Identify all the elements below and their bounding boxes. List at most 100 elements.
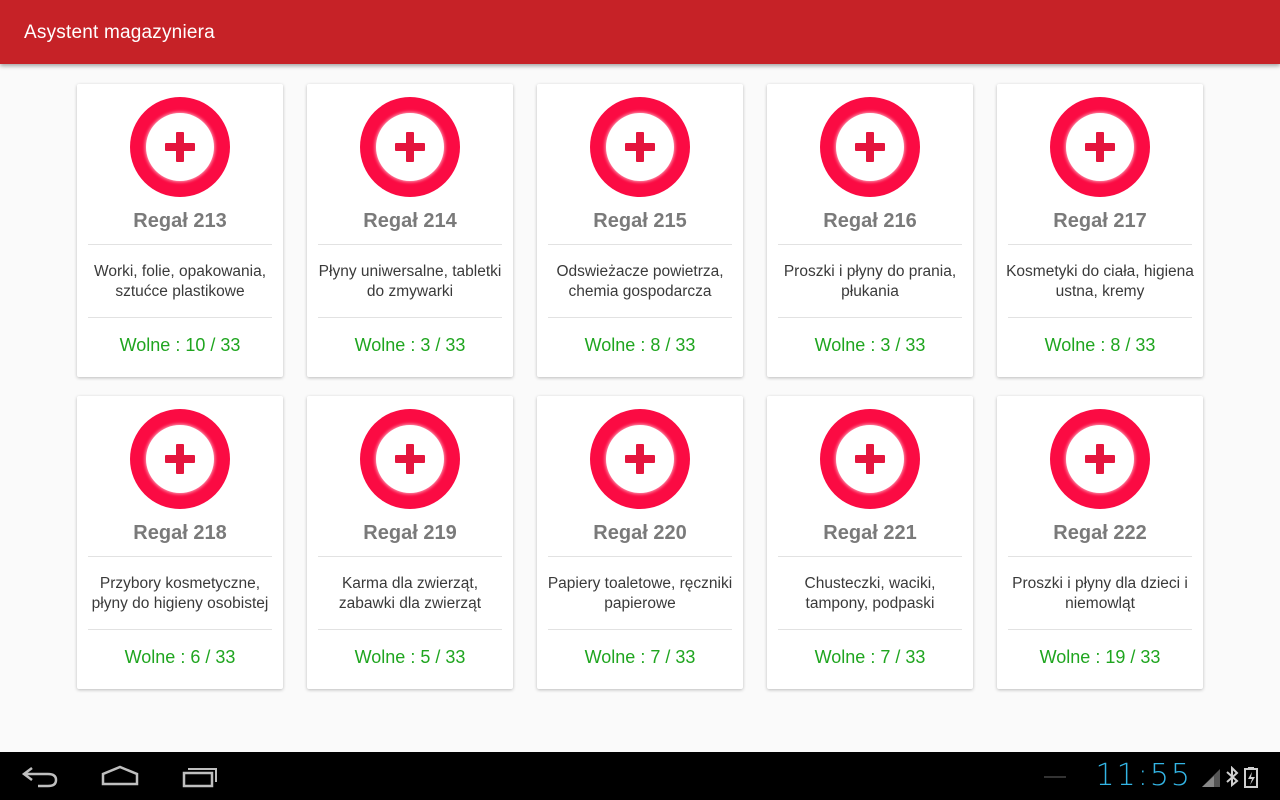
add-icon <box>130 409 230 509</box>
add-icon <box>820 97 920 197</box>
shelf-description-line1: Płyny uniwersalne, tabletki <box>318 263 502 280</box>
shelf-card[interactable]: Regał 217 Kosmetyki do ciała, higiena ust… <box>997 84 1203 377</box>
shelf-name: Regał 220 <box>593 522 687 544</box>
shelf-name: Regał 221 <box>823 522 917 544</box>
shelf-description-line1: Papiery toaletowe, ręczniki <box>547 575 733 592</box>
signal-icon <box>1202 769 1220 787</box>
divider <box>1008 556 1192 557</box>
shelf-description-line2: zabawki dla zwierząt <box>338 595 482 612</box>
shelf-card[interactable]: Regał 221 Chusteczki, waciki, tampony, po… <box>767 396 973 689</box>
shelf-card[interactable]: Regał 218 Przybory kosmetyczne, płyny do … <box>77 396 283 689</box>
shelf-card[interactable]: Regał 220 Papiery toaletowe, ręczniki pap… <box>537 396 743 689</box>
shelf-description-line2: tampony, podpaski <box>805 595 935 612</box>
shelf-card[interactable]: Regał 219 Karma dla zwierząt, zabawki dla… <box>307 396 513 689</box>
add-icon <box>1050 409 1150 509</box>
system-navigation-bar: 11:55 <box>0 752 1280 800</box>
shelf-name: Regał 216 <box>823 210 917 232</box>
divider <box>1008 244 1192 245</box>
divider <box>1008 629 1192 630</box>
shelf-description: Przybory kosmetyczne, płyny do higieny os… <box>83 574 277 614</box>
shelf-name: Regał 218 <box>133 522 227 544</box>
shelf-description-line1: Odswieżacze powietrza, <box>556 263 724 280</box>
shelf-description-line2: ustna, kremy <box>1055 283 1145 300</box>
home-icon[interactable] <box>100 764 140 788</box>
shelf-free-count: Wolne : 8 / 33 <box>584 335 696 355</box>
shelf-description-line2: płyny do higieny osobistej <box>91 595 269 612</box>
shelf-description-line1: Worki, folie, opakowania, <box>93 263 267 280</box>
add-icon <box>590 409 690 509</box>
shelf-name: Regał 217 <box>1053 210 1147 232</box>
add-icon <box>590 97 690 197</box>
shelf-name: Regał 219 <box>363 522 457 544</box>
add-icon <box>1050 97 1150 197</box>
divider <box>548 556 732 557</box>
shelf-description: Płyny uniwersalne, tabletki do zmywarki <box>313 262 507 302</box>
divider <box>778 556 962 557</box>
divider <box>778 629 962 630</box>
divider <box>1008 317 1192 318</box>
shelf-description-line1: Karma dla zwierząt, <box>341 575 479 592</box>
shelf-card[interactable]: Regał 215 Odswieżacze powietrza, chemia g… <box>537 84 743 377</box>
shelf-free-count: Wolne : 19 / 33 <box>1039 647 1161 667</box>
shelf-description: Proszki i płyny dla dzieci i niemowląt <box>1003 574 1197 614</box>
shelf-description: Karma dla zwierząt, zabawki dla zwierząt <box>313 574 507 614</box>
shelf-description: Worki, folie, opakowania, sztućce plastik… <box>83 262 277 302</box>
status-clock: 11:55 <box>1095 758 1192 793</box>
app-bar: Asystent magazyniera <box>0 0 1280 64</box>
divider <box>318 317 502 318</box>
shelf-description: Papiery toaletowe, ręczniki papierowe <box>543 574 737 614</box>
shelf-description-line1: Proszki i płyny dla dzieci i <box>1012 575 1188 592</box>
shelf-description-line2: papierowe <box>604 595 676 612</box>
shelf-free-count: Wolne : 10 / 33 <box>119 335 241 355</box>
divider <box>548 244 732 245</box>
shelf-description: Odswieżacze powietrza, chemia gospodarcza <box>543 262 737 302</box>
shelf-name: Regał 214 <box>363 210 457 232</box>
divider <box>548 317 732 318</box>
shelf-name: Regał 222 <box>1053 522 1147 544</box>
shelf-free-count: Wolne : 6 / 33 <box>124 647 236 667</box>
status-icons <box>1202 766 1258 788</box>
shelf-description-line2: do zmywarki <box>366 283 454 300</box>
divider <box>88 244 272 245</box>
shelf-description-line2: chemia gospodarcza <box>568 283 712 300</box>
shelf-free-count: Wolne : 5 / 33 <box>354 647 466 667</box>
shelf-free-count: Wolne : 3 / 33 <box>814 335 926 355</box>
shelf-card[interactable]: Regał 222 Proszki i płyny dla dzieci i ni… <box>997 396 1203 689</box>
shelf-card[interactable]: Regał 213 Worki, folie, opakowania, sztuć… <box>77 84 283 377</box>
shelf-card[interactable]: Regał 216 Proszki i płyny do prania, płuk… <box>767 84 973 377</box>
shelf-description: Proszki i płyny do prania, płukania <box>773 262 967 302</box>
shelf-free-count: Wolne : 7 / 33 <box>814 647 926 667</box>
add-icon <box>820 409 920 509</box>
add-icon <box>360 409 460 509</box>
recent-apps-icon[interactable] <box>180 764 220 788</box>
divider <box>778 317 962 318</box>
shelf-card[interactable]: Regał 214 Płyny uniwersalne, tabletki do … <box>307 84 513 377</box>
shelf-description: Kosmetyki do ciała, higiena ustna, kremy <box>1003 262 1197 302</box>
back-arrow-icon[interactable] <box>20 764 60 788</box>
battery-charging-icon <box>1244 767 1258 788</box>
shelf-name: Regał 215 <box>593 210 687 232</box>
shelf-free-count: Wolne : 7 / 33 <box>584 647 696 667</box>
bluetooth-icon <box>1226 766 1239 788</box>
divider <box>318 629 502 630</box>
shelf-free-count: Wolne : 3 / 33 <box>354 335 466 355</box>
shelf-description-line1: Chusteczki, waciki, <box>804 575 936 592</box>
shelf-description-line1: Proszki i płyny do prania, <box>783 263 957 280</box>
add-icon <box>130 97 230 197</box>
shelf-description-line1: Kosmetyki do ciała, higiena <box>1006 263 1194 280</box>
add-icon <box>360 97 460 197</box>
divider <box>548 629 732 630</box>
shelf-description-line1: Przybory kosmetyczne, <box>99 575 261 592</box>
shelf-grid-area: Regał 213 Worki, folie, opakowania, sztuć… <box>0 64 1280 752</box>
app-title: Asystent magazyniera <box>24 22 215 43</box>
divider <box>88 317 272 318</box>
divider <box>318 244 502 245</box>
notification-dash <box>1044 776 1066 778</box>
shelf-free-count: Wolne : 8 / 33 <box>1044 335 1156 355</box>
divider <box>88 629 272 630</box>
shelf-name: Regał 213 <box>133 210 227 232</box>
divider <box>88 556 272 557</box>
shelf-description-line2: sztućce plastikowe <box>115 283 245 300</box>
shelf-description-line2: niemowląt <box>1065 595 1135 612</box>
divider <box>318 556 502 557</box>
